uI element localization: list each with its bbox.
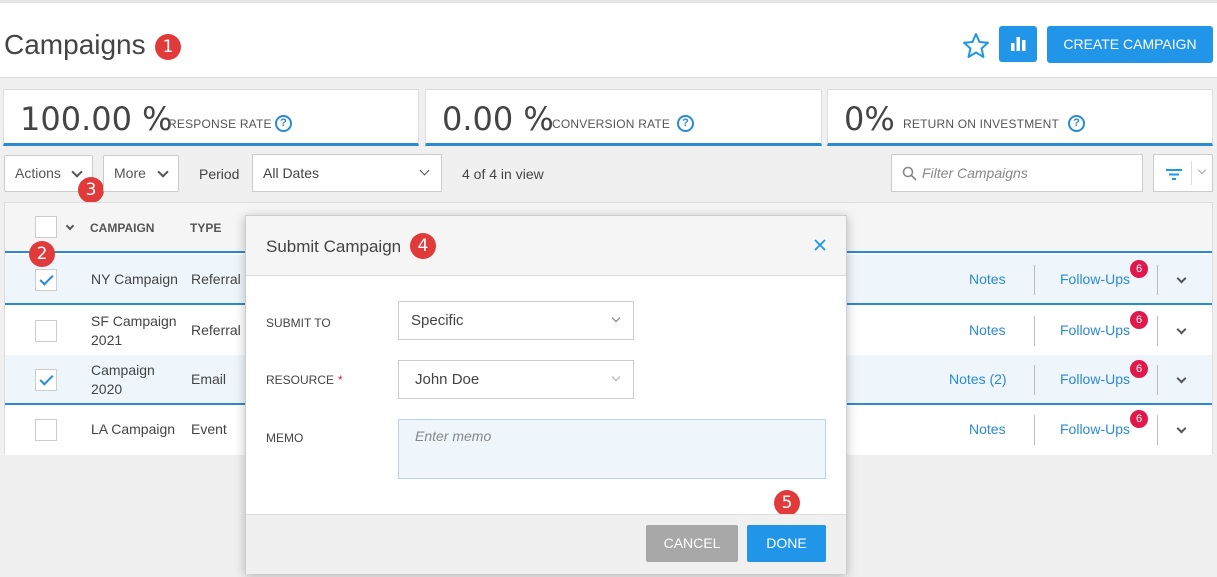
divider (1157, 265, 1158, 295)
column-header-campaign[interactable]: CAMPAIGN (90, 221, 154, 235)
follow-ups-link[interactable]: Follow-Ups (1060, 271, 1130, 287)
notes-link[interactable]: Notes (2) (949, 371, 1007, 387)
callout-marker: 4 (410, 233, 436, 259)
divider (1157, 365, 1158, 395)
chevron-down-icon (1197, 165, 1207, 175)
follow-ups-count-badge: 6 (1130, 410, 1148, 428)
close-icon[interactable] (812, 237, 828, 253)
row-menu-chevron-icon[interactable] (1176, 273, 1187, 284)
row-checkbox[interactable] (35, 419, 57, 441)
dialog-title: Submit Campaign (266, 237, 402, 256)
campaign-type: Email (191, 371, 227, 387)
create-campaign-button[interactable]: CREATE CAMPAIGN (1047, 26, 1213, 63)
row-checkbox[interactable] (35, 320, 57, 342)
follow-ups-link[interactable]: Follow-Ups (1060, 421, 1130, 437)
dialog-footer: CANCEL DONE (246, 514, 846, 574)
campaign-type: Event (191, 421, 227, 437)
row-menu-chevron-icon[interactable] (1176, 324, 1187, 335)
period-select[interactable]: All Dates (252, 154, 442, 192)
row-menu-chevron-icon[interactable] (1176, 373, 1187, 384)
analytics-chart-button[interactable] (999, 26, 1037, 62)
stat-return-on-investment: 0% RETURN ON INVESTMENT ? (827, 89, 1213, 146)
follow-ups-count-badge: 6 (1130, 311, 1148, 329)
bar-chart-icon (1011, 37, 1026, 51)
submit-to-value: Specific (411, 312, 464, 329)
chevron-down-icon (611, 313, 621, 323)
memo-label: MEMO (266, 431, 304, 445)
column-header-type[interactable]: TYPE (190, 221, 221, 235)
stat-value: 100.00 % (20, 100, 173, 138)
more-dropdown[interactable]: More (103, 155, 179, 192)
resource-select[interactable]: John Doe (398, 360, 634, 399)
chevron-down-icon (419, 165, 430, 176)
stat-value: 0% (844, 100, 895, 138)
follow-ups-count-badge: 6 (1130, 360, 1148, 378)
help-icon[interactable]: ? (677, 115, 694, 132)
cancel-button[interactable]: CANCEL (646, 525, 738, 562)
actions-label: Actions (15, 165, 61, 181)
required-mark: * (338, 373, 343, 387)
divider (1034, 265, 1035, 295)
search-icon (902, 166, 917, 181)
divider (1034, 365, 1035, 395)
select-all-checkbox[interactable] (35, 216, 57, 238)
campaign-name[interactable]: Campaign 2020 (91, 361, 171, 399)
notes-link[interactable]: Notes (969, 421, 1006, 437)
resource-label: RESOURCE * (266, 373, 343, 387)
filter-options-button[interactable] (1153, 154, 1213, 192)
campaign-name[interactable]: LA Campaign (91, 420, 175, 439)
filter-campaigns-input[interactable]: Filter Campaigns (891, 154, 1143, 192)
campaign-type: Referral (191, 322, 241, 338)
divider (1157, 316, 1158, 346)
submit-campaign-dialog: Submit Campaign 4 SUBMIT TO Specific RES… (245, 215, 847, 574)
chevron-down-icon (71, 166, 83, 178)
resource-value: John Doe (415, 371, 480, 388)
page-header: Campaigns 1 CREATE CAMPAIGN (0, 0, 1217, 78)
submit-to-select[interactable]: Specific (398, 301, 634, 340)
dialog-header: Submit Campaign 4 (246, 216, 846, 276)
notes-link[interactable]: Notes (969, 322, 1006, 338)
view-count: 4 of 4 in view (462, 166, 544, 182)
callout-marker: 5 (774, 490, 800, 516)
follow-ups-count-badge: 6 (1130, 260, 1148, 278)
campaign-name[interactable]: SF Campaign 2021 (91, 312, 181, 350)
stat-label: RESPONSE RATE (168, 117, 272, 131)
more-label: More (114, 165, 146, 181)
row-menu-chevron-icon[interactable] (1176, 423, 1187, 434)
stat-value: 0.00 % (442, 100, 554, 138)
stat-conversion-rate: 0.00 % CONVERSION RATE ? (425, 89, 822, 146)
chevron-down-icon[interactable] (65, 221, 75, 231)
campaign-name[interactable]: NY Campaign (91, 270, 178, 289)
filter-placeholder: Filter Campaigns (922, 165, 1028, 181)
follow-ups-link[interactable]: Follow-Ups (1060, 322, 1130, 338)
stat-label: CONVERSION RATE (552, 117, 671, 131)
row-checkbox[interactable] (35, 269, 57, 291)
help-icon[interactable]: ? (1068, 115, 1085, 132)
follow-ups-link[interactable]: Follow-Ups (1060, 371, 1130, 387)
help-icon[interactable]: ? (275, 115, 292, 132)
notes-link[interactable]: Notes (969, 271, 1006, 287)
divider (1157, 415, 1158, 445)
chevron-down-icon (611, 372, 621, 382)
callout-marker: 1 (155, 34, 181, 60)
callout-marker: 2 (29, 241, 55, 267)
resource-label-text: RESOURCE (266, 373, 335, 387)
row-checkbox[interactable] (35, 369, 57, 391)
callout-marker: 3 (78, 177, 104, 203)
filter-lines-icon (1166, 169, 1182, 180)
stat-label: RETURN ON INVESTMENT (903, 117, 1060, 131)
memo-input[interactable]: Enter memo (398, 419, 826, 479)
page-title: Campaigns (4, 29, 146, 60)
period-value: All Dates (263, 165, 320, 181)
chevron-down-icon (157, 166, 169, 178)
divider (1034, 415, 1035, 445)
campaign-type: Referral (191, 271, 241, 287)
period-label: Period (199, 166, 240, 182)
stat-response-rate: 100.00 % RESPONSE RATE ? (3, 89, 419, 146)
divider (1034, 316, 1035, 346)
favorite-star-icon[interactable] (961, 31, 991, 61)
memo-placeholder: Enter memo (415, 428, 492, 444)
done-button[interactable]: DONE (747, 525, 826, 562)
submit-to-label: SUBMIT TO (266, 316, 331, 330)
